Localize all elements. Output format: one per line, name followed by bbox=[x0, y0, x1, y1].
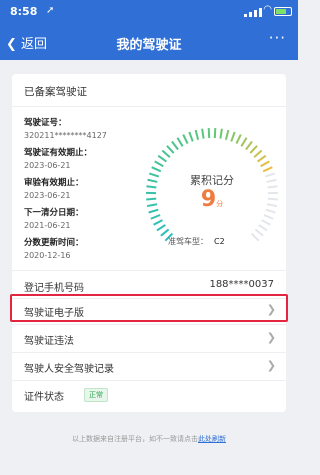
phone-value: 188****0037 bbox=[209, 279, 274, 290]
field-label: 驾驶证有效期止： bbox=[24, 148, 93, 158]
license-type-label: 准驾车型： bbox=[168, 237, 208, 246]
field-license-expiry: 驾驶证有效期止： 2023-06-21 bbox=[24, 146, 92, 170]
gauge-tick bbox=[258, 224, 268, 232]
gauge-tick bbox=[240, 137, 248, 147]
gauge-tick bbox=[182, 134, 189, 145]
gauge-label: 累积记分 bbox=[190, 174, 234, 187]
field-value: 2023-06-21 bbox=[24, 191, 71, 200]
status-badge: 正常 bbox=[84, 388, 108, 402]
gauge-value: 9分 bbox=[142, 187, 282, 212]
license-type: 准驾车型： C2 bbox=[168, 236, 225, 247]
divider bbox=[12, 270, 286, 271]
gauge-tick bbox=[213, 128, 217, 139]
gauge-tick bbox=[249, 145, 258, 154]
gauge-tick bbox=[230, 131, 236, 142]
field-license-number: 驾驶证号： 320211********4127 bbox=[24, 116, 107, 140]
field-score-update-time: 分数更新时间： 2020-12-16 bbox=[24, 236, 84, 260]
field-label: 驾驶证号： bbox=[24, 118, 67, 128]
menu-item-safe-driving-record[interactable]: 驾驶人安全驾驶记录 ❯ bbox=[12, 353, 286, 379]
signal-icon bbox=[244, 7, 262, 17]
gauge-tick bbox=[219, 128, 223, 139]
gauge-tick bbox=[154, 160, 164, 168]
gauge-tick bbox=[171, 140, 179, 151]
field-value: 2023-06-21 bbox=[24, 161, 71, 170]
gauge-tick bbox=[254, 228, 264, 237]
footer-text: 以上数据来自注册平台，如不一致请点击 bbox=[72, 435, 198, 443]
score-unit: 分 bbox=[216, 200, 224, 208]
cert-status-label: 证件状态 bbox=[24, 392, 64, 403]
field-value: 320211********4127 bbox=[24, 131, 107, 140]
gauge-tick bbox=[194, 129, 200, 140]
gauge-tick bbox=[176, 137, 184, 147]
gauge-tick bbox=[160, 228, 170, 237]
gauge-tick bbox=[235, 134, 242, 145]
refresh-link[interactable]: 此处刷新 bbox=[198, 435, 226, 443]
nav-bar: ❮ 返回 我的驾驶证 ··· bbox=[0, 24, 298, 60]
menu-item-label: 驾驶证违法 bbox=[24, 336, 74, 347]
menu-item-label: 驾驶人安全驾驶记录 bbox=[24, 364, 114, 375]
wifi-icon: ◠ bbox=[263, 4, 272, 15]
gauge-tick bbox=[153, 219, 163, 226]
phone-label: 登记手机号码 bbox=[24, 283, 84, 294]
gauge-tick bbox=[151, 166, 162, 173]
gauge-tick bbox=[161, 149, 171, 158]
gauge-tick bbox=[156, 224, 166, 232]
location-arrow-icon: ➚ bbox=[46, 5, 55, 16]
status-time: 8:58 bbox=[10, 5, 38, 18]
chevron-right-icon: ❯ bbox=[266, 359, 276, 372]
gauge-tick bbox=[201, 128, 205, 139]
license-card: 已备案驾驶证 驾驶证号： 320211********4127 驾驶证有效期止：… bbox=[12, 74, 286, 412]
gauge-tick bbox=[260, 160, 270, 168]
gauge-tick bbox=[262, 166, 273, 173]
gauge-tick bbox=[188, 131, 194, 142]
gauge-tick bbox=[150, 214, 161, 220]
chevron-right-icon: ❯ bbox=[266, 331, 276, 344]
field-value: 2021-06-21 bbox=[24, 221, 71, 230]
field-next-clear-date: 下一清分日期： 2021-06-21 bbox=[24, 206, 84, 230]
footer-note: 以上数据来自注册平台，如不一致请点击此处刷新 bbox=[0, 434, 298, 444]
card-header: 已备案驾驶证 bbox=[24, 86, 87, 98]
score-value: 9 bbox=[200, 187, 217, 212]
gauge-tick bbox=[157, 154, 167, 163]
highlight-frame bbox=[10, 294, 288, 322]
license-type-value: C2 bbox=[214, 237, 225, 246]
field-label: 分数更新时间： bbox=[24, 238, 84, 248]
field-review-expiry: 审验有效期止： 2023-06-21 bbox=[24, 176, 84, 200]
field-label: 下一清分日期： bbox=[24, 208, 84, 218]
divider bbox=[12, 106, 286, 107]
field-value: 2020-12-16 bbox=[24, 251, 71, 260]
cert-status-row: 证件状态 正常 bbox=[12, 381, 286, 407]
more-button[interactable]: ··· bbox=[269, 29, 286, 47]
gauge-tick bbox=[166, 145, 175, 154]
page-title: 我的驾驶证 bbox=[116, 38, 182, 53]
gauge-tick bbox=[224, 129, 230, 140]
gauge-tick bbox=[253, 149, 263, 158]
battery-icon bbox=[274, 7, 292, 16]
status-bar: 8:58 ➚ ◠ bbox=[0, 0, 298, 24]
gauge-tick bbox=[263, 214, 274, 220]
gauge-tick bbox=[257, 154, 267, 163]
gauge-tick bbox=[207, 128, 211, 139]
gauge-tick bbox=[245, 140, 253, 151]
menu-item-violations[interactable]: 驾驶证违法 ❯ bbox=[12, 325, 286, 351]
field-label: 审验有效期止： bbox=[24, 178, 84, 188]
gauge-tick bbox=[261, 219, 271, 226]
gauge-tick bbox=[250, 232, 260, 242]
